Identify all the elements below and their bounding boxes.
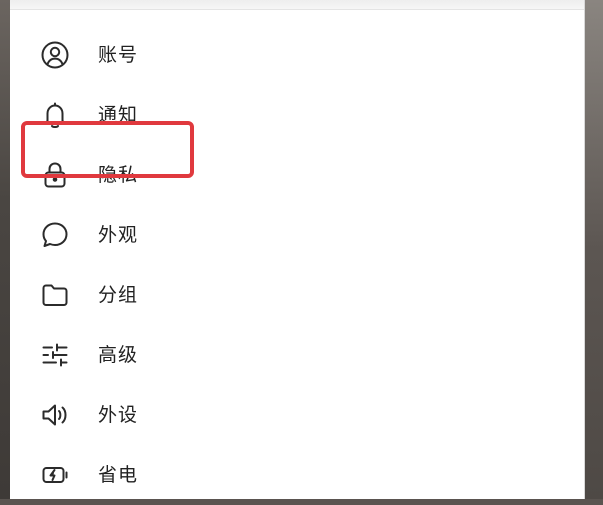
battery-charging-icon (40, 460, 70, 490)
settings-menu-panel: 账号 通知 隐私 外观 分组 高级 外设 省电 (10, 0, 585, 499)
chat-bubble-icon (40, 220, 70, 250)
menu-item-privacy[interactable]: 隐私 (10, 145, 584, 205)
menu-item-appearance[interactable]: 外观 (10, 205, 584, 265)
folder-icon (40, 280, 70, 310)
lock-icon (40, 160, 70, 190)
menu-item-account[interactable]: 账号 (10, 25, 584, 85)
menu-item-label: 外设 (98, 404, 139, 426)
settings-menu: 账号 通知 隐私 外观 分组 高级 外设 省电 (10, 25, 584, 505)
sliders-icon (40, 340, 70, 370)
menu-item-advanced[interactable]: 高级 (10, 325, 584, 385)
menu-item-label: 账号 (98, 44, 139, 66)
menu-item-notifications[interactable]: 通知 (10, 85, 584, 145)
menu-item-groups[interactable]: 分组 (10, 265, 584, 325)
menu-item-label: 高级 (98, 344, 139, 366)
menu-item-label: 外观 (98, 224, 139, 246)
menu-item-label: 隐私 (98, 164, 139, 186)
account-circle-icon (40, 40, 70, 70)
background-left (0, 0, 10, 499)
menu-item-label: 省电 (98, 464, 139, 486)
bell-icon (40, 100, 70, 130)
menu-item-label: 通知 (98, 104, 139, 126)
menu-item-power-saving[interactable]: 省电 (10, 445, 584, 505)
background-right (585, 0, 603, 499)
menu-item-label: 分组 (98, 284, 139, 306)
panel-top-strip (10, 0, 584, 10)
menu-item-peripherals[interactable]: 外设 (10, 385, 584, 445)
speaker-icon (40, 400, 70, 430)
